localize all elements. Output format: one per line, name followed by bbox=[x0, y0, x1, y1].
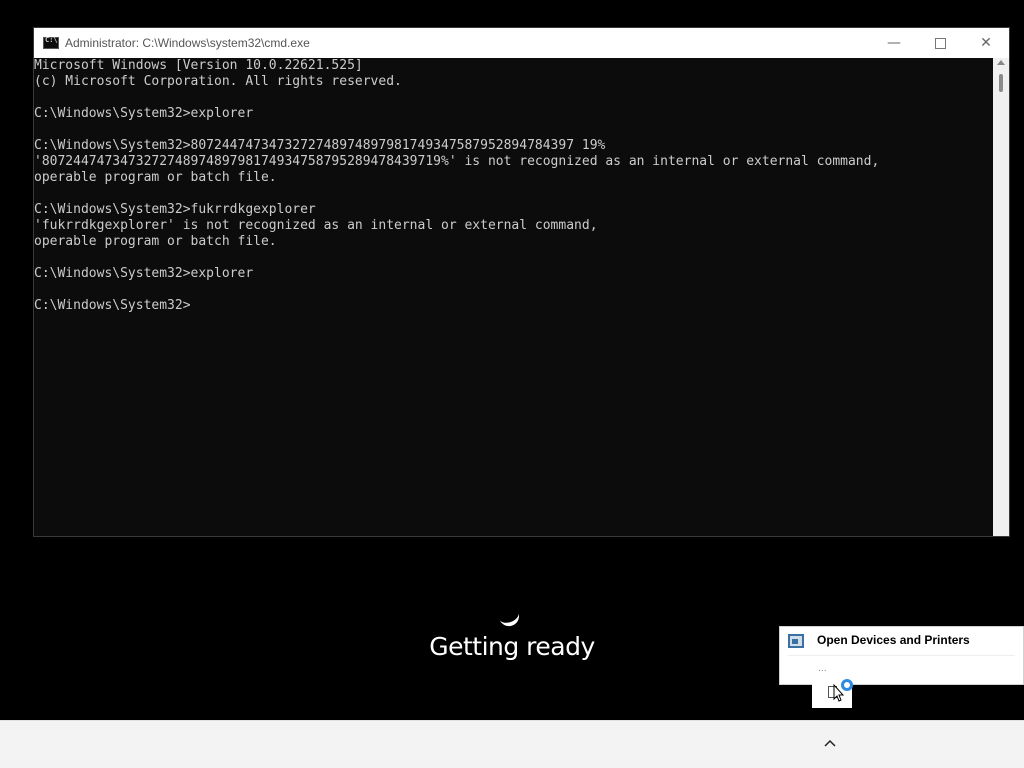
devices-printers-icon bbox=[788, 634, 804, 648]
cmd-window[interactable]: Administrator: C:\Windows\system32\cmd.e… bbox=[33, 27, 1010, 537]
scrollbar-thumb[interactable] bbox=[999, 74, 1003, 92]
taskbar bbox=[0, 720, 1024, 768]
console-text: Microsoft Windows [Version 10.0.22621.52… bbox=[34, 58, 880, 313]
vertical-scrollbar[interactable] bbox=[993, 58, 1009, 536]
tray-tooltip-popup[interactable]: Open Devices and Printers ... bbox=[779, 626, 1024, 685]
cmd-icon bbox=[43, 36, 59, 49]
console-output[interactable]: Microsoft Windows [Version 10.0.22621.52… bbox=[34, 58, 993, 536]
popup-divider bbox=[788, 655, 1015, 656]
minimize-icon: — bbox=[887, 35, 901, 51]
maximize-button[interactable] bbox=[917, 28, 963, 58]
popup-ellipsis: ... bbox=[818, 664, 827, 674]
show-hidden-icons-chevron-icon[interactable] bbox=[824, 738, 836, 750]
close-button[interactable]: ✕ bbox=[963, 28, 1009, 58]
busy-spinner-icon bbox=[841, 679, 853, 691]
minimize-button[interactable]: — bbox=[871, 28, 917, 58]
maximize-icon bbox=[934, 37, 946, 49]
loading-spinner-icon bbox=[498, 609, 522, 629]
open-devices-printers-link[interactable]: Open Devices and Printers bbox=[817, 633, 970, 647]
chevron-up-icon bbox=[824, 739, 836, 747]
title-bar[interactable]: Administrator: C:\Windows\system32\cmd.e… bbox=[34, 28, 1009, 58]
window-title: Administrator: C:\Windows\system32\cmd.e… bbox=[65, 36, 310, 50]
scroll-up-icon[interactable] bbox=[997, 60, 1005, 65]
close-icon: ✕ bbox=[980, 35, 992, 51]
